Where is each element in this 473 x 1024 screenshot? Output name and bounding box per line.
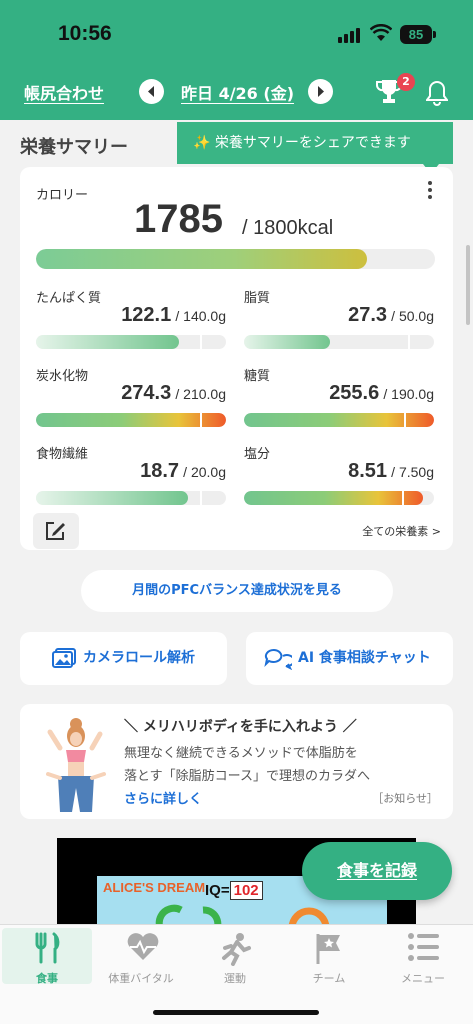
nutrient-label: 脂質	[244, 291, 271, 306]
prev-day-button[interactable]	[139, 79, 164, 104]
chat-bubbles-icon	[264, 648, 292, 670]
running-icon	[222, 933, 251, 966]
battery-indicator: 85	[400, 25, 432, 44]
tab-label: 運動	[224, 972, 246, 985]
nutrient-value: 18.7 / 20.0g	[140, 460, 226, 482]
ad-logo: ALICE'S DREAM	[103, 880, 206, 895]
ai-chat-label: AI 食事相談チャット	[298, 650, 431, 666]
app-header: 10:56 85 帳尻合わせ 昨日 4/26 (金) 2	[0, 0, 473, 120]
nutrient-sugar: 糖質 255.6 / 190.0g	[244, 365, 434, 435]
camera-roll-button[interactable]: カメラロール解析	[20, 632, 227, 685]
home-indicator	[153, 1010, 319, 1015]
battery-tip	[433, 31, 436, 38]
nutrition-summary-card: カロリー 1785 / 1800kcal たんぱく質 122.1 / 140.0…	[20, 167, 453, 550]
nutrient-bar	[36, 413, 226, 427]
nutrient-bar	[244, 491, 434, 505]
adjust-link[interactable]: 帳尻合わせ	[24, 80, 104, 104]
nutrient-value: 122.1 / 140.0g	[121, 304, 226, 326]
more-options-icon[interactable]	[426, 179, 434, 201]
nutrient-fat: 脂質 27.3 / 50.0g	[244, 287, 434, 357]
nutrient-label: 炭水化物	[36, 369, 89, 384]
nutrient-salt: 塩分 8.51 / 7.50g	[244, 443, 434, 513]
ai-chat-button[interactable]: AI 食事相談チャット	[246, 632, 453, 685]
tab-label: チーム	[312, 972, 346, 985]
camera-roll-label: カメラロール解析	[83, 650, 195, 666]
chevron-right-icon	[318, 86, 324, 97]
chevron-left-icon	[148, 86, 154, 97]
tab-weight-vital[interactable]: 体重バイタル	[96, 928, 186, 985]
promo-banner[interactable]: ＼ メリハリボディを手に入れよう ／ 無理なく継続できるメソッドで体脂肪を 落と…	[20, 704, 453, 819]
heart-monitor-icon	[127, 933, 159, 960]
current-date[interactable]: 昨日 4/26 (金)	[181, 80, 294, 104]
promo-text-2: 落とす「除脂肪コース」で理想のカラダへ	[124, 769, 370, 784]
next-day-button[interactable]	[308, 79, 333, 104]
illustration-woman	[46, 718, 106, 812]
bell-icon[interactable]	[426, 80, 448, 106]
tab-menu[interactable]: メニュー	[378, 928, 468, 985]
promo-text-1: 無理なく継続できるメソッドで体脂肪を	[124, 746, 358, 761]
tab-label: 食事	[36, 972, 58, 985]
flag-icon	[316, 934, 340, 964]
wifi-icon	[370, 24, 392, 41]
scrollbar[interactable]	[466, 245, 470, 325]
nutrient-bar	[244, 413, 434, 427]
nutrient-label: 食物繊維	[36, 447, 89, 462]
promo-more-link[interactable]: さらに詳しく	[124, 788, 202, 807]
record-meal-button[interactable]: 食事を記録	[302, 842, 452, 900]
all-nutrients-link[interactable]: 全ての栄養素 >	[362, 523, 441, 539]
nutrient-value: 8.51 / 7.50g	[348, 460, 434, 482]
fork-knife-icon	[35, 932, 60, 964]
nutrient-protein: たんぱく質 122.1 / 140.0g	[36, 287, 226, 357]
nutrient-label: たんぱく質	[36, 291, 102, 306]
nutrient-bar	[244, 335, 434, 349]
nutrient-bar	[36, 335, 226, 349]
promo-title: ＼ メリハリボディを手に入れよう ／	[124, 719, 357, 735]
menu-icon	[408, 933, 439, 961]
calorie-label: カロリー	[36, 188, 89, 203]
tab-team[interactable]: チーム	[284, 928, 374, 985]
pfc-balance-button[interactable]: 月間のPFCバランス達成状況を見る	[81, 570, 393, 612]
share-tooltip[interactable]: ✨ 栄養サマリーをシェアできます	[177, 122, 453, 164]
status-time: 10:56	[58, 22, 112, 45]
calorie-progress-bar	[36, 249, 435, 269]
notification-badge: 2	[397, 73, 415, 91]
section-title: 栄養サマリー	[20, 137, 128, 158]
nutrient-label: 塩分	[244, 447, 271, 462]
tab-meal[interactable]: 食事	[2, 928, 92, 985]
calorie-value: 1785	[134, 197, 223, 241]
bottom-nav: 食事 体重バイタル 運動 チーム メニュー	[0, 924, 473, 1024]
nutrient-carbs: 炭水化物 274.3 / 210.0g	[36, 365, 226, 435]
tab-label: メニュー	[401, 972, 445, 985]
nutrient-fiber: 食物繊維 18.7 / 20.0g	[36, 443, 226, 513]
edit-icon	[46, 522, 65, 540]
tab-label: 体重バイタル	[108, 972, 174, 985]
signal-icon	[338, 27, 364, 43]
calorie-target: / 1800kcal	[242, 217, 334, 239]
nutrient-label: 糖質	[244, 369, 271, 384]
photo-icon	[52, 648, 76, 668]
nutrient-bar	[36, 491, 226, 505]
edit-button[interactable]	[33, 513, 79, 549]
calorie-progress-fill	[36, 249, 368, 269]
nutrient-value: 255.6 / 190.0g	[329, 382, 434, 404]
nutrient-value: 27.3 / 50.0g	[348, 304, 434, 326]
nutrient-value: 274.3 / 210.0g	[121, 382, 226, 404]
tab-exercise[interactable]: 運動	[190, 928, 280, 985]
promo-tag: ［お知らせ］	[372, 792, 438, 805]
